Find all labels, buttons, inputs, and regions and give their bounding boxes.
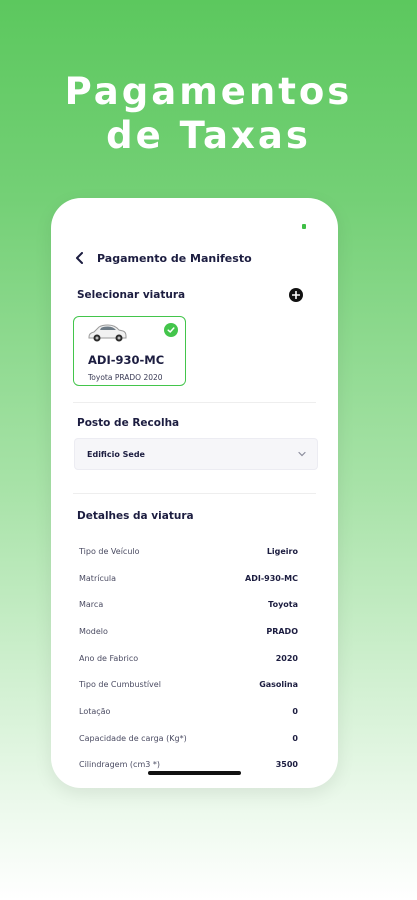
detail-label: Lotação <box>79 706 111 716</box>
detail-value: 2020 <box>275 653 298 663</box>
posto-recolha-select[interactable]: Edificio Sede <box>74 438 318 470</box>
home-indicator[interactable] <box>148 771 241 775</box>
detail-row: Tipo de Cumbustível Gasolina <box>79 671 298 698</box>
detail-row: Capacidade de carga (Kg*) 0 <box>79 725 298 752</box>
chevron-down-icon <box>297 449 307 459</box>
detail-value: Toyota <box>268 600 298 610</box>
check-circle-icon <box>164 323 178 337</box>
plus-circle-icon[interactable] <box>289 288 303 302</box>
detail-label: Cilindragem (cm3 *) <box>79 760 160 770</box>
detail-value: PRADO <box>266 626 298 636</box>
car-icon <box>86 322 128 348</box>
divider <box>73 493 316 494</box>
detail-value: Gasolina <box>259 680 298 690</box>
detail-row: Matrícula ADI-930-MC <box>79 565 298 592</box>
select-vehicle-title: Selecionar viatura <box>77 289 186 301</box>
detail-row: Tipo de Veículo Ligeiro <box>79 538 298 565</box>
detail-value: 3500 <box>275 760 298 770</box>
detail-label: Tipo de Veículo <box>79 546 140 556</box>
detail-value: 0 <box>292 733 298 743</box>
vehicle-plate: ADI-930-MC <box>88 353 165 367</box>
detail-label: Modelo <box>79 626 108 636</box>
detail-row: Marca Toyota <box>79 591 298 618</box>
detail-value: ADI-930-MC <box>245 573 298 583</box>
detail-value: 0 <box>292 706 298 716</box>
detail-value: Ligeiro <box>266 546 298 556</box>
posto-recolha-title: Posto de Recolha <box>77 417 180 429</box>
detail-label: Tipo de Cumbustível <box>79 680 161 690</box>
hero-title-line-1: Pagamentos <box>64 70 353 113</box>
status-indicator <box>302 224 306 229</box>
detail-row: Modelo PRADO <box>79 618 298 645</box>
detail-label: Matrícula <box>79 573 117 583</box>
arrow-left-icon[interactable] <box>75 251 89 265</box>
detail-row: Lotação 0 <box>79 698 298 725</box>
phone-screen: Pagamento de Manifesto Selecionar viatur… <box>51 198 338 788</box>
posto-recolha-value: Edificio Sede <box>87 449 145 459</box>
hero-title: Pagamentos de Taxas <box>0 70 417 158</box>
vehicle-model: Toyota PRADO 2020 <box>88 373 163 382</box>
hero-title-line-2: de Taxas <box>106 114 311 157</box>
detail-label: Capacidade de carga (Kg*) <box>79 733 187 743</box>
divider <box>73 402 316 403</box>
vehicle-details-title: Detalhes da viatura <box>77 510 194 522</box>
detail-row: Ano de Fabrico 2020 <box>79 645 298 672</box>
app-header: Pagamento de Manifesto <box>75 248 318 268</box>
vehicle-card[interactable]: ADI-930-MC Toyota PRADO 2020 <box>73 316 186 386</box>
detail-label: Marca <box>79 600 104 610</box>
vehicle-details-list: Tipo de Veículo Ligeiro Matrícula ADI-93… <box>79 538 298 778</box>
detail-label: Ano de Fabrico <box>79 653 139 663</box>
page-title: Pagamento de Manifesto <box>97 251 252 265</box>
